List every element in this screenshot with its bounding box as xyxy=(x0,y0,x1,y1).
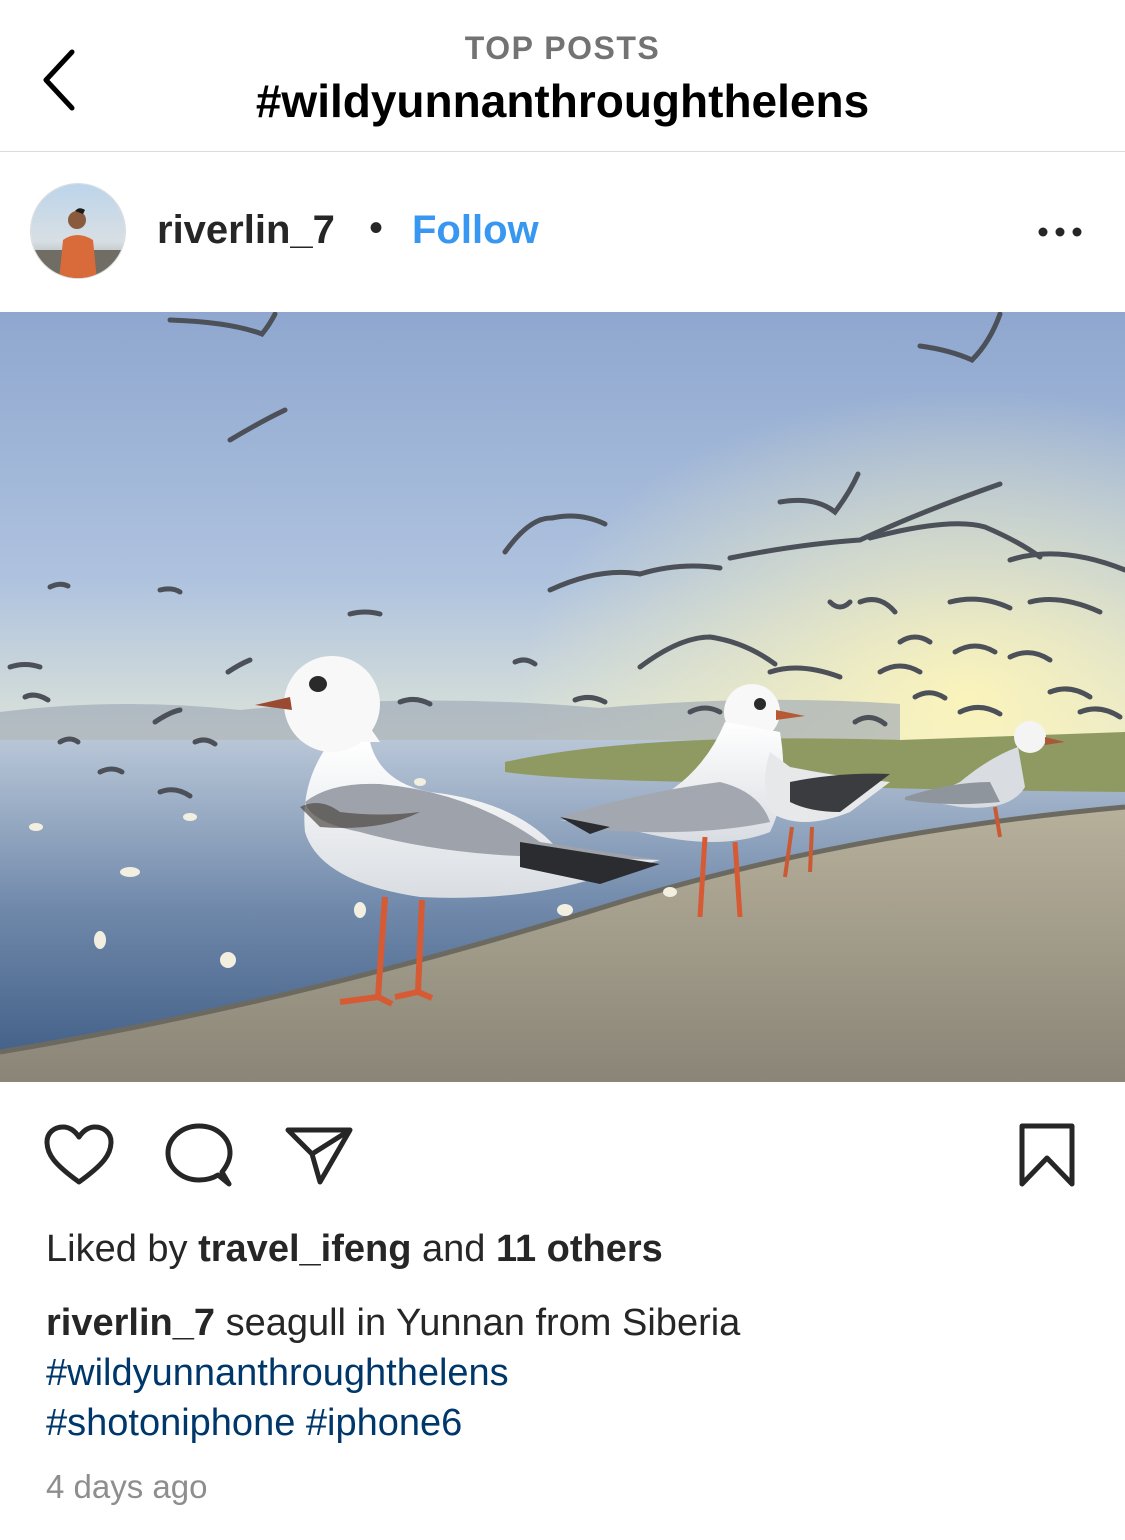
liker-username[interactable]: travel_ifeng xyxy=(198,1228,411,1270)
hashtag-link[interactable]: #shotoniphone xyxy=(46,1402,295,1444)
page-title: #wildyunnanthroughthelens xyxy=(255,75,870,127)
likes-middle: and xyxy=(421,1228,486,1270)
share-button[interactable] xyxy=(284,1124,354,1191)
hashtag-link[interactable]: #wildyunnanthroughthelens xyxy=(46,1352,509,1394)
post-actions xyxy=(0,1082,1125,1222)
comment-button[interactable] xyxy=(164,1122,234,1193)
post-username[interactable]: riverlin_7 xyxy=(157,208,335,253)
top-bar: TOP POSTS #wildyunnanthroughthelens xyxy=(0,0,1125,152)
follow-button[interactable]: Follow xyxy=(412,208,539,253)
post-photo[interactable] xyxy=(0,312,1125,1082)
send-icon xyxy=(285,1127,353,1185)
post-header: riverlin_7 • Follow xyxy=(0,152,1125,312)
post-timestamp: 4 days ago xyxy=(46,1468,208,1505)
more-options-button[interactable] xyxy=(1030,214,1090,250)
hashtag-link[interactable]: #iphone6 xyxy=(306,1402,462,1444)
likes-prefix: Liked by xyxy=(46,1228,188,1270)
more-horizontal-icon xyxy=(1038,227,1082,237)
caption-username[interactable]: riverlin_7 xyxy=(46,1302,215,1344)
likes-others[interactable]: 11 others xyxy=(496,1228,663,1270)
separator-dot: • xyxy=(369,206,384,250)
caption-text: seagull in Yunnan from Siberia xyxy=(225,1302,741,1344)
likes-summary[interactable]: Liked by travel_ifeng and 11 others xyxy=(46,1228,663,1271)
comment-icon xyxy=(165,1123,233,1187)
avatar[interactable] xyxy=(30,183,126,279)
heart-icon xyxy=(44,1124,114,1185)
save-button[interactable] xyxy=(1018,1122,1076,1193)
page-subtitle: TOP POSTS xyxy=(464,30,661,66)
like-button[interactable] xyxy=(44,1124,114,1191)
bookmark-icon xyxy=(1019,1123,1075,1187)
post-caption: riverlin_7 seagull in Yunnan from Siberi… xyxy=(46,1298,1086,1448)
